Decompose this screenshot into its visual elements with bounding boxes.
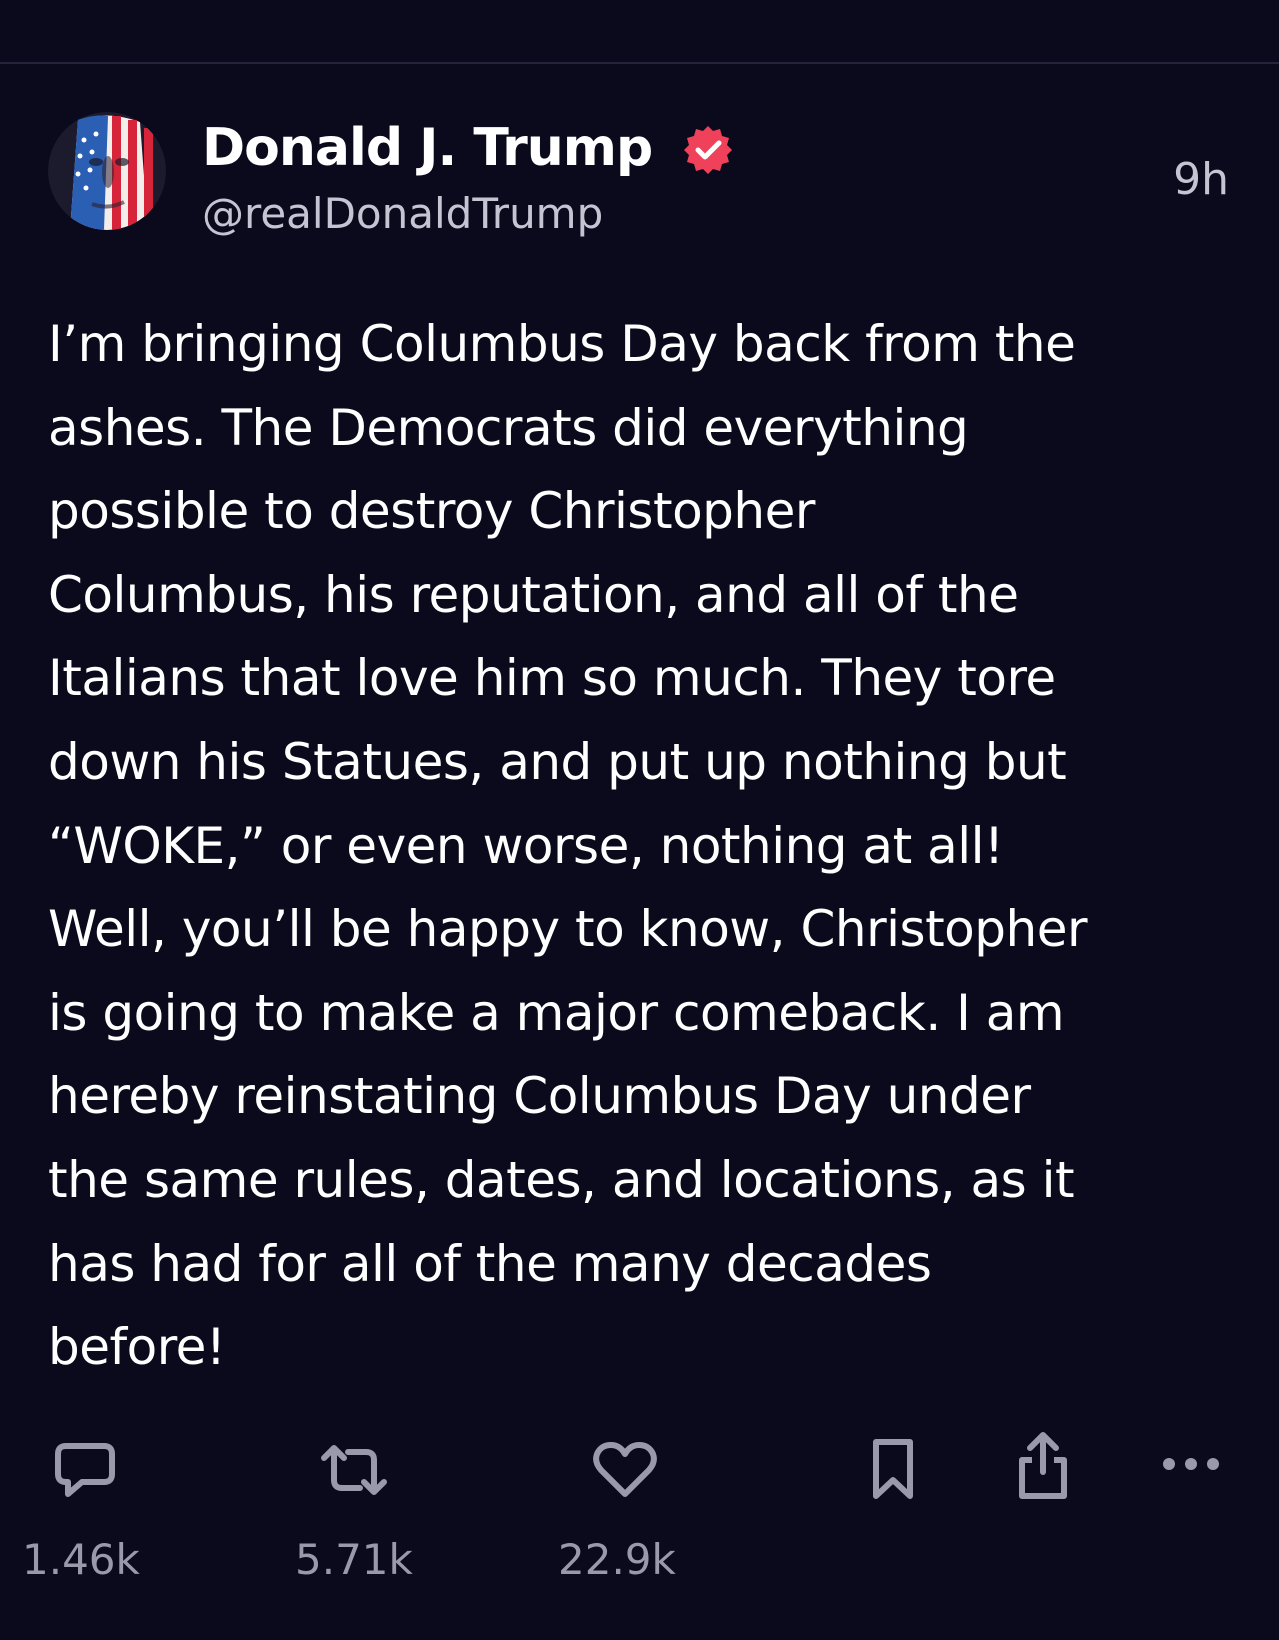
comment-icon [55, 1443, 115, 1497]
author-name[interactable]: Donald J. Trump [202, 116, 653, 180]
avatar-image [48, 112, 166, 230]
verified-badge-icon [684, 126, 732, 174]
author-handle[interactable]: @realDonaldTrump [202, 186, 603, 242]
post-timestamp: 9h [1173, 154, 1229, 205]
more-button[interactable] [1160, 1450, 1222, 1478]
post-detail-screen: Donald J. Trump @realDonaldTrump 9h I’m … [0, 0, 1279, 1640]
share-button[interactable] [1014, 1430, 1072, 1502]
like-count: 22.9k [558, 1535, 676, 1584]
repost-button[interactable] [316, 1438, 392, 1502]
more-horizontal-icon [1163, 1458, 1219, 1470]
like-button[interactable] [592, 1440, 658, 1500]
reply-count: 1.46k [22, 1535, 140, 1584]
bookmark-button[interactable] [870, 1436, 916, 1502]
share-icon [1019, 1432, 1067, 1499]
repost-count: 5.71k [295, 1535, 413, 1584]
repost-icon [321, 1445, 387, 1495]
reply-button[interactable] [52, 1440, 118, 1502]
bookmark-icon [873, 1439, 913, 1499]
top-divider [0, 62, 1279, 64]
heart-icon [593, 1442, 657, 1497]
post-body: I’m bringing Columbus Day back from the … [48, 315, 1088, 1377]
avatar[interactable] [48, 112, 166, 230]
